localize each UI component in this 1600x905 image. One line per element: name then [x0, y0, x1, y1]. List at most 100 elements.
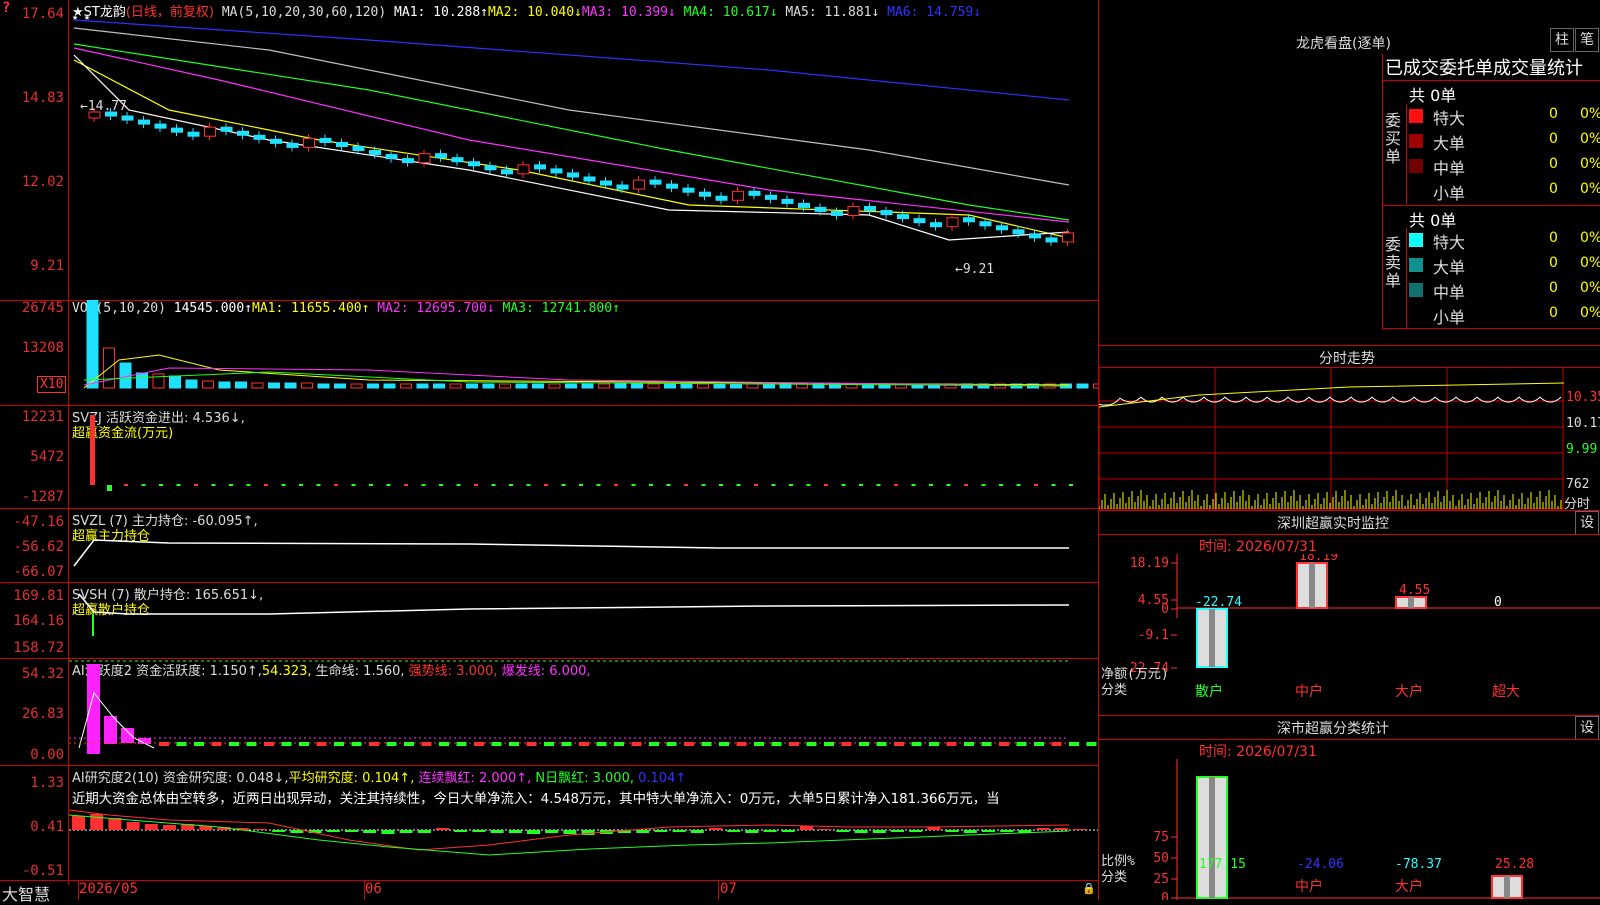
candlestick-chart[interactable]	[69, 0, 1098, 300]
ma-line-5	[73, 59, 1070, 239]
bar-axis-label: 25	[1153, 872, 1169, 887]
candle-body	[996, 225, 1008, 231]
sz-rt-chart[interactable]: 18.194.550-9.1-22.74散户 中户 大户 超大-22.7418.194…	[1099, 554, 1600, 714]
svzj-panel[interactable]: SVZJ 活跃资金进出: 4.536↓, 超赢资金流(万元) 12231 547…	[0, 405, 1098, 508]
ai1-small-bar	[404, 742, 414, 746]
order-row-中单: 中单 0 0%	[1409, 279, 1600, 302]
svzj-bar	[1051, 484, 1056, 486]
candle-body	[468, 161, 480, 167]
high-price-annotation: ←14.77	[80, 99, 127, 114]
volume-bar	[218, 381, 231, 389]
volume-bar	[466, 383, 478, 389]
intraday-chart[interactable]	[1099, 367, 1564, 510]
volume-bar	[185, 379, 198, 389]
volume-bar	[317, 383, 330, 389]
intraday-axis-3: 9.99	[1566, 442, 1598, 457]
lhb-header: 已成交委托单成交量统计	[1385, 58, 1583, 79]
intraday-axis-1: 10.35	[1566, 390, 1600, 405]
order-pct: 0%	[1580, 106, 1600, 122]
svzj-bar	[526, 484, 531, 486]
volume-bar	[1076, 383, 1089, 389]
sz-rt-settings-button[interactable]: 设	[1575, 511, 1599, 535]
intraday-panel[interactable]: 分时走势 10.35 10.17 9.99 762 分时	[1099, 345, 1600, 512]
candle-body	[286, 142, 299, 148]
ai1-small-bar	[929, 742, 939, 746]
ai1-small-bar	[859, 742, 869, 746]
candle-body	[1012, 229, 1025, 235]
ai2-bar	[872, 830, 886, 833]
candle-body	[369, 150, 381, 156]
order-swatch	[1409, 134, 1423, 148]
candle-body	[352, 146, 365, 152]
volume-bar	[136, 372, 148, 389]
ai-research-chart[interactable]	[69, 765, 1098, 880]
ai1-small-bar	[421, 742, 432, 746]
ai2-bar	[836, 830, 850, 832]
order-count: 0	[1549, 156, 1558, 172]
bar-axis-label: 0	[1161, 602, 1169, 617]
volume-bar	[680, 383, 693, 389]
svzl-chart[interactable]	[69, 508, 1098, 582]
lhb-title: 龙虎看盘(逐单)	[1296, 36, 1391, 52]
ma-line-1	[73, 19, 1070, 101]
ai-activity-chart[interactable]: ↑	[69, 658, 1098, 765]
tick-mode-button[interactable]: 笔	[1575, 28, 1599, 52]
order-type: 小单	[1433, 308, 1466, 327]
candle-body	[946, 217, 959, 228]
ai2-bar	[381, 830, 395, 834]
ai2-bar	[345, 830, 358, 832]
svzj-bar	[1016, 484, 1021, 486]
volume-bar	[268, 382, 280, 389]
volume-bar	[202, 380, 214, 389]
ai2-bar	[90, 814, 104, 830]
svzj-bar	[771, 484, 776, 486]
class-label: 大户	[1395, 683, 1423, 700]
svzl-panel[interactable]: SVZL (7) 主力持仓: -60.095↑, 超赢主力持仓 -47.16 -…	[0, 508, 1098, 582]
order-type: 特大	[1433, 233, 1466, 252]
candle-body	[616, 184, 629, 190]
candle-body	[451, 157, 464, 163]
candle-body	[220, 126, 233, 132]
ai1-arrow: ↑	[904, 658, 911, 663]
order-type: 大单	[1433, 258, 1466, 277]
volume-panel[interactable]: VOL(5,10,20) 14545.000↑MA1: 11655.400↑ M…	[0, 300, 1098, 405]
svzj-bar	[439, 484, 443, 486]
brand-label: 大智慧	[2, 885, 51, 904]
svsh-panel[interactable]: SVSH (7) 散户持仓: 165.651↓, 超赢散户持仓 169.81 1…	[0, 582, 1098, 658]
svsh-chart[interactable]	[69, 582, 1098, 658]
ai1-small-bar	[649, 742, 659, 746]
ai2-bar	[963, 830, 977, 833]
ai1-small-bar	[386, 742, 397, 746]
sz-class-panel[interactable]: 深市超赢分类统计 设 时间: 2026/07/31 7550250散户中户大户超…	[1099, 715, 1600, 900]
candle-body	[864, 206, 876, 212]
svzj-chart[interactable]	[69, 405, 1098, 508]
ai2-bar	[1000, 830, 1014, 832]
left-label-2: 分类	[1101, 870, 1127, 885]
order-pct: 0%	[1580, 230, 1600, 246]
svzj-bar	[841, 484, 846, 486]
ai2-bar	[909, 830, 923, 832]
svzj-bar	[684, 484, 688, 486]
ai1-small-bar	[544, 742, 554, 746]
main-price-panel[interactable]: ? ★ST龙韵(日线，前复权) MA(5,10,20,30,60,120) MA…	[0, 0, 1098, 300]
volume-bar	[152, 373, 165, 389]
ai1-small-bar	[736, 742, 747, 746]
column-mode-button[interactable]: 柱	[1550, 28, 1574, 52]
ma-line-3	[73, 43, 1070, 221]
volume-bar	[169, 375, 181, 389]
class-value: -22.74	[1195, 595, 1242, 610]
sz-realtime-panel[interactable]: 深圳超赢实时监控 设 时间: 2026/07/31 18.19 4.55 0 -9.1…	[1099, 510, 1600, 715]
ai-research-panel[interactable]: AI研究度2(10) 资金研究度: 0.048↓,平均研究度: 0.104↑, …	[0, 765, 1098, 880]
sz-cls-settings-button[interactable]: 设	[1575, 716, 1599, 740]
volume-chart[interactable]	[69, 300, 1098, 405]
svzj-bar	[719, 484, 723, 486]
price-axis-2: 14.83	[21, 90, 64, 106]
x-axis: 大智慧 2026/05 06 07 🔒	[0, 881, 1098, 904]
class-bar-shade	[1209, 777, 1215, 898]
sz-cls-chart[interactable]: 7550250散户中户大户超大177.15-24.06-78.3725.28比例…	[1099, 759, 1600, 900]
lock-icon[interactable]: 🔒	[1082, 882, 1096, 895]
volume-bar	[284, 382, 297, 389]
candle-body	[402, 158, 414, 164]
ai-activity-panel[interactable]: AI活跃度2 资金活跃度: 1.150↑,54.323, 生命线: 1.560,…	[0, 658, 1098, 765]
lhb-panel[interactable]: 龙虎看盘(逐单) 柱 笔 已成交委托单成交量统计 委买单 委卖单 共 0单 共 …	[1099, 0, 1600, 345]
